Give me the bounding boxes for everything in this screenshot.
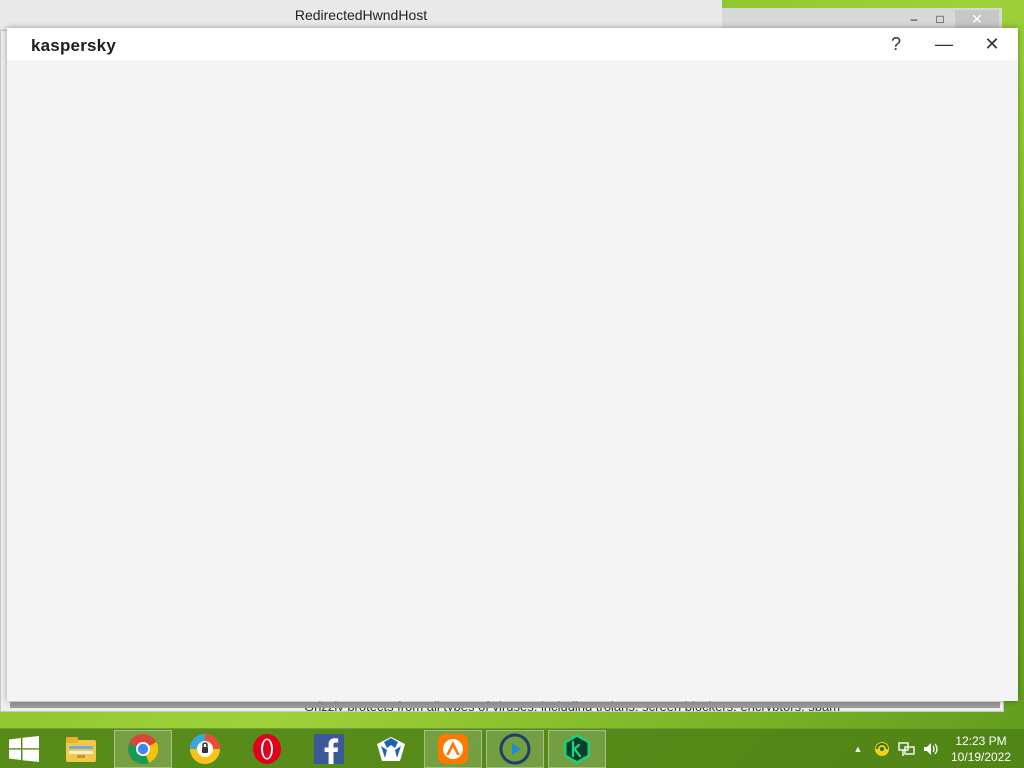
network-icon xyxy=(898,742,915,756)
taskbar-malwarebytes[interactable] xyxy=(362,730,420,768)
kaspersky-icon xyxy=(564,734,590,764)
browser-icon xyxy=(190,734,220,764)
tray-app[interactable] xyxy=(871,729,893,768)
taskbar-file-explorer[interactable] xyxy=(52,730,110,768)
tray-volume[interactable] xyxy=(920,729,942,768)
kaspersky-window: kaspersky ? — ✕ xyxy=(7,28,1018,701)
background-maximize-button[interactable]: □ xyxy=(926,10,954,28)
clock[interactable]: 12:23 PM 10/19/2022 xyxy=(942,733,1020,765)
taskbar-avast[interactable] xyxy=(424,730,482,768)
taskbar: ▲ 12:23 PM 10/19/2022 xyxy=(0,728,1024,768)
minimize-button[interactable]: — xyxy=(921,28,967,60)
taskbar-media-player[interactable] xyxy=(486,730,544,768)
chrome-icon xyxy=(128,734,159,764)
taskbar-opera[interactable] xyxy=(238,730,296,768)
taskbar-kaspersky[interactable] xyxy=(548,730,606,768)
background-close-button[interactable]: ✕ xyxy=(955,10,999,28)
taskbar-facebook[interactable] xyxy=(300,730,358,768)
help-button[interactable]: ? xyxy=(873,28,919,60)
kaspersky-content-area xyxy=(7,60,1018,701)
background-scrollbar[interactable] xyxy=(10,702,1000,708)
background-minimize-button[interactable]: ‒ xyxy=(900,10,928,28)
start-button[interactable] xyxy=(0,729,48,768)
taskbar-chrome[interactable] xyxy=(114,730,172,768)
kaspersky-logo: kaspersky xyxy=(31,36,116,55)
close-button[interactable]: ✕ xyxy=(969,28,1015,60)
opera-icon xyxy=(253,734,281,764)
tray-app-icon xyxy=(875,742,889,756)
malwarebytes-icon xyxy=(377,737,405,761)
media-player-icon xyxy=(499,733,531,765)
facebook-icon xyxy=(314,734,344,764)
clock-time: 12:23 PM xyxy=(955,734,1007,748)
volume-icon xyxy=(924,743,938,755)
avast-icon xyxy=(438,734,468,764)
background-window-titlebar: RedirectedHwndHost xyxy=(0,0,722,30)
kaspersky-titlebar[interactable]: kaspersky ? — ✕ xyxy=(7,28,1018,60)
show-hidden-icons-button[interactable]: ▲ xyxy=(850,729,866,768)
tray-network[interactable] xyxy=(896,729,918,768)
file-explorer-icon xyxy=(66,737,96,762)
windows-logo-icon xyxy=(9,736,39,762)
taskbar-browser[interactable] xyxy=(176,730,234,768)
clock-date: 10/19/2022 xyxy=(950,750,1012,764)
background-window-title: RedirectedHwndHost xyxy=(294,7,428,23)
